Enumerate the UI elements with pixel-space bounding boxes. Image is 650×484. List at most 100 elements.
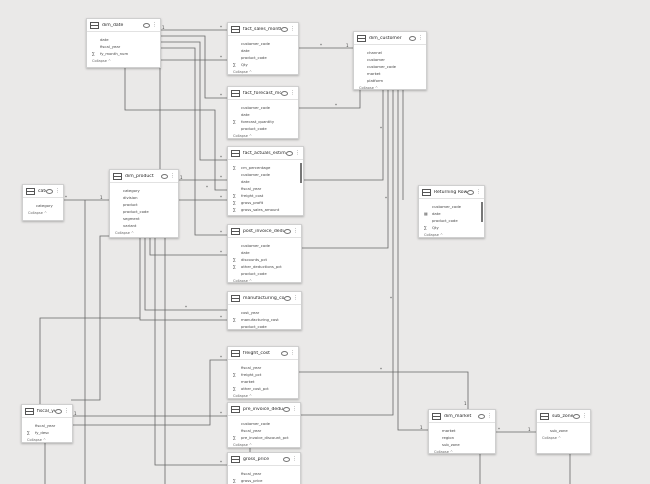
table-card-pre-invoice-deductions[interactable]: pre_invoice_deductions ⋮ customer_codefisc…	[227, 402, 301, 448]
relationship-line[interactable]	[71, 235, 130, 401]
table-card-freight-cost[interactable]: freight_cost ⋮ fiscal_yearfreight_pctmarke…	[227, 346, 299, 399]
field-row[interactable]: manufacturing_cost	[228, 316, 301, 323]
table-header[interactable]: fact_actuals_estimates ⋮	[228, 147, 303, 160]
scrollbar[interactable]	[481, 202, 483, 222]
table-header[interactable]: dim_date ⋮	[87, 19, 160, 32]
field-row[interactable]: customer_code	[354, 63, 426, 70]
more-options-icon[interactable]: ⋮	[290, 90, 295, 96]
relationship-line[interactable]	[149, 236, 227, 256]
field-row[interactable]: date	[228, 47, 298, 54]
table-card-dim-customer[interactable]: dim_customer ⋮ channel customer customer_cod…	[353, 31, 427, 90]
field-row[interactable]: gross_price	[228, 477, 300, 484]
relationship-line[interactable]	[71, 359, 227, 426]
collapse-link[interactable]: Collapse ^	[228, 68, 298, 74]
field-row[interactable]: channel	[354, 49, 426, 56]
table-card-fiscal-year[interactable]: fiscal_year⋮fiscal_yearfy_descCollapse ^	[21, 404, 73, 443]
field-row[interactable]: market	[429, 427, 495, 434]
more-options-icon[interactable]: ⋮	[55, 188, 60, 194]
model-canvas[interactable]: 1 * * * * * * 1 * * * * 1 1 * * * * * * * * 1 1 * * * 1 * 1 dim_date ⋮…	[0, 0, 650, 484]
relationship-line[interactable]	[159, 35, 227, 99]
table-header[interactable]: manufacturing_cost ⋮	[228, 292, 301, 305]
table-header[interactable]: freight_cost ⋮	[228, 347, 298, 360]
table-card-returning-rows[interactable]: Returning Rows... ⋮ customer_codedateprodu…	[418, 185, 485, 238]
more-options-icon[interactable]: ⋮	[293, 228, 298, 234]
field-row[interactable]: product_code	[228, 125, 298, 132]
field-row[interactable]: fiscal_year	[228, 470, 300, 477]
table-card-category[interactable]: category⋮categoryCollapse ^	[22, 184, 64, 221]
more-options-icon[interactable]: ⋮	[152, 22, 157, 28]
scrollbar[interactable]	[300, 163, 302, 183]
field-row[interactable]: Qty	[419, 224, 484, 231]
relationship-line[interactable]	[154, 236, 227, 466]
relationship-line[interactable]	[159, 59, 227, 169]
table-header[interactable]: dim_market ⋮	[429, 410, 495, 423]
table-header[interactable]: post_invoice_deductions ⋮	[228, 225, 301, 238]
field-row[interactable]: fiscal_year	[228, 427, 300, 434]
collapse-link[interactable]: Collapse ^	[354, 84, 426, 89]
collapse-link[interactable]: Collapse ^	[228, 213, 303, 215]
relationship-line[interactable]	[144, 236, 227, 311]
collapse-link[interactable]: Collapse ^	[228, 441, 300, 447]
table-card-post-invoice-deductions[interactable]: post_invoice_deductions ⋮ customer_codedat…	[227, 224, 302, 283]
field-row[interactable]: platform	[354, 77, 426, 84]
more-options-icon[interactable]: ⋮	[290, 26, 295, 32]
collapse-link[interactable]: Collapse ^	[110, 229, 178, 237]
collapse-link[interactable]: Collapse ^	[429, 448, 495, 453]
field-row[interactable]: product_code	[228, 54, 298, 61]
collapse-link[interactable]: Collapse ^	[228, 277, 301, 282]
field-row[interactable]: fy_desc	[22, 429, 72, 436]
eye-icon[interactable]	[573, 413, 580, 419]
field-row[interactable]: variant	[110, 222, 178, 229]
relationship-line[interactable]	[300, 88, 389, 249]
collapse-link[interactable]: Collapse ^	[87, 57, 160, 65]
table-header[interactable]: fiscal_year ⋮	[22, 405, 72, 418]
relationship-line[interactable]	[297, 371, 469, 409]
field-row[interactable]: cm_percentage	[228, 164, 303, 171]
table-card-fact-actuals-estimates[interactable]: fact_actuals_estimates ⋮ cm_percentagecust…	[227, 146, 304, 216]
more-options-icon[interactable]: ⋮	[487, 413, 492, 419]
eye-icon[interactable]	[283, 456, 290, 462]
field-row[interactable]: date	[228, 249, 301, 256]
field-row[interactable]: customer_code	[228, 171, 303, 178]
field-row[interactable]: product_code	[228, 323, 301, 329]
field-row[interactable]: segment	[110, 215, 178, 222]
eye-icon[interactable]	[161, 173, 168, 179]
table-card-dim-product[interactable]: dim_product ⋮ category division product produ…	[109, 169, 179, 238]
more-options-icon[interactable]: ⋮	[295, 150, 300, 156]
field-row[interactable]: customer_code	[228, 420, 300, 427]
collapse-link[interactable]: Collapse ^	[23, 209, 63, 217]
relationship-line[interactable]	[397, 88, 428, 431]
table-card-gross-price[interactable]: gross_price⋮fiscal_yeargross_price	[227, 452, 301, 484]
field-row[interactable]: market	[354, 70, 426, 77]
more-options-icon[interactable]: ⋮	[293, 295, 298, 301]
table-card-dim-date[interactable]: dim_date ⋮ datefiscal_yearfy_month_numColl…	[86, 18, 161, 68]
field-row[interactable]: sub_zone	[429, 441, 495, 448]
field-row[interactable]: discounts_pct	[228, 256, 301, 263]
field-row[interactable]: other_deductions_pct	[228, 263, 301, 270]
collapse-link[interactable]: Collapse ^	[419, 231, 484, 237]
field-row[interactable]: category	[110, 187, 178, 194]
field-row[interactable]: other_cost_pct	[228, 385, 298, 392]
field-row[interactable]: customer_code	[228, 40, 298, 47]
relationship-line[interactable]	[297, 88, 361, 109]
field-row[interactable]: date	[87, 36, 160, 43]
more-options-icon[interactable]: ⋮	[170, 173, 175, 179]
more-options-icon[interactable]: ⋮	[476, 189, 481, 195]
more-options-icon[interactable]: ⋮	[292, 406, 297, 412]
collapse-link[interactable]: Collapse ^	[537, 434, 590, 442]
eye-icon[interactable]	[286, 150, 293, 156]
field-row[interactable]: product	[110, 201, 178, 208]
more-options-icon[interactable]: ⋮	[292, 456, 297, 462]
field-row[interactable]: fy_month_num	[87, 50, 160, 57]
field-row[interactable]: division	[110, 194, 178, 201]
eye-icon[interactable]	[478, 413, 485, 419]
eye-icon[interactable]	[284, 295, 291, 301]
eye-icon[interactable]	[281, 26, 288, 32]
field-row[interactable]: date	[228, 111, 298, 118]
collapse-link[interactable]: Collapse ^	[228, 392, 298, 398]
more-options-icon[interactable]: ⋮	[64, 408, 69, 414]
field-row[interactable]: customer	[354, 56, 426, 63]
eye-icon[interactable]	[281, 350, 288, 356]
more-options-icon[interactable]: ⋮	[290, 350, 295, 356]
field-row[interactable]: sub_zone	[537, 427, 590, 434]
